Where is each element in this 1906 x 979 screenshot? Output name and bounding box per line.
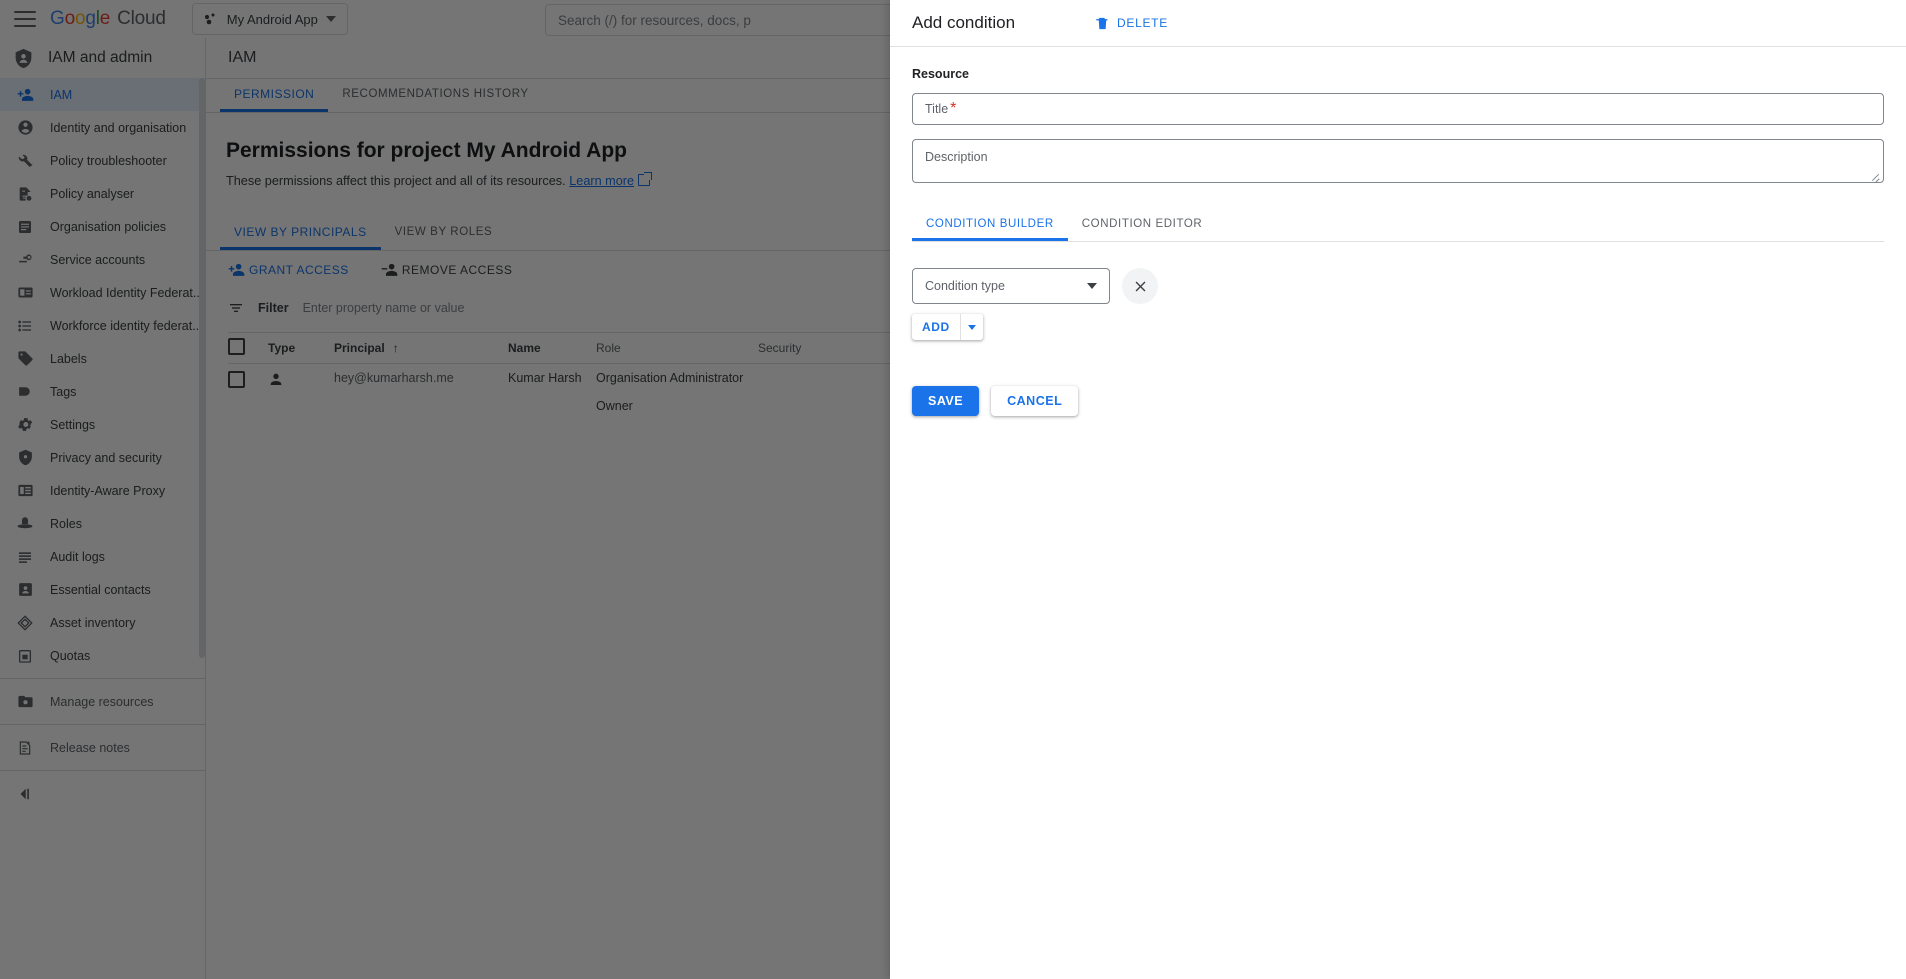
add-condition-button[interactable]: ADD — [912, 314, 983, 340]
condition-tabs: CONDITION BUILDER CONDITION EDITOR — [912, 209, 1884, 242]
resource-section-label: Resource — [912, 67, 1884, 81]
title-field[interactable]: Title* — [912, 93, 1884, 125]
panel-body: Resource Title* Description CONDITION BU… — [890, 67, 1906, 416]
add-label: ADD — [912, 320, 960, 334]
panel-header: Add condition DELETE — [890, 0, 1906, 47]
description-placeholder: Description — [925, 150, 988, 164]
required-marker: * — [950, 100, 956, 118]
tab-condition-builder[interactable]: CONDITION BUILDER — [912, 209, 1068, 241]
title-placeholder: Title — [925, 102, 948, 116]
save-button[interactable]: SAVE — [912, 386, 979, 416]
cancel-button[interactable]: CANCEL — [991, 386, 1078, 416]
condition-row: Condition type — [912, 268, 1884, 304]
chevron-down-icon — [1087, 283, 1097, 289]
panel-footer: SAVE CANCEL — [912, 386, 1884, 416]
description-field[interactable]: Description — [912, 139, 1884, 183]
add-condition-panel: Add condition DELETE Resource Title* Des… — [890, 0, 1906, 979]
tab-condition-editor[interactable]: CONDITION EDITOR — [1068, 209, 1217, 241]
resize-handle-icon[interactable] — [1872, 172, 1880, 180]
chevron-down-icon — [968, 325, 976, 330]
panel-title: Add condition — [912, 13, 1015, 33]
delete-button[interactable]: DELETE — [1095, 16, 1168, 31]
remove-condition-button[interactable] — [1122, 268, 1158, 304]
condition-type-select[interactable]: Condition type — [912, 268, 1110, 304]
add-button-separator — [960, 314, 961, 340]
delete-label: DELETE — [1117, 16, 1168, 30]
modal-scrim[interactable] — [0, 0, 890, 979]
trash-icon — [1095, 16, 1110, 31]
condition-type-placeholder: Condition type — [925, 279, 1005, 293]
close-icon — [1132, 278, 1149, 295]
